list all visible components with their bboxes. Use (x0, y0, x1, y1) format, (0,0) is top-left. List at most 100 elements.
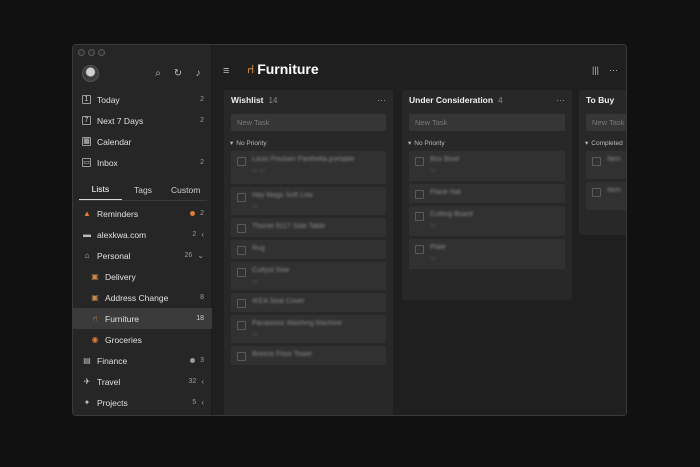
task-title: Rug (252, 245, 265, 252)
task-checkbox[interactable] (415, 190, 424, 199)
task-checkbox[interactable] (415, 157, 424, 166)
list-item-count: 2 (200, 210, 204, 217)
list-item-reminders[interactable]: ▲ Reminders 2 (73, 203, 212, 224)
task-title: Cutting Board (430, 211, 473, 218)
caret-down-icon: ▾ (230, 140, 234, 147)
task-meta: ▭ ▭ (252, 168, 266, 174)
task-checkbox[interactable] (237, 299, 246, 308)
task-card[interactable]: Plane Hat (409, 184, 565, 203)
more-options-icon[interactable]: ··· (609, 65, 618, 75)
new-task-input[interactable]: New Task (586, 114, 626, 131)
task-card[interactable]: Cutting Board ▭ (409, 206, 565, 236)
task-checkbox[interactable] (237, 352, 246, 361)
warning-icon: ▲ (83, 208, 91, 218)
task-card[interactable]: Item (586, 182, 626, 210)
nav-item-count: 2 (200, 159, 204, 166)
tab-custom[interactable]: Custom (164, 179, 207, 200)
task-meta: ▭ (252, 279, 258, 285)
chevron-left-icon[interactable]: ‹ (201, 230, 204, 239)
page-title: ⑁ Furniture (247, 61, 319, 77)
task-checkbox[interactable] (237, 224, 246, 233)
task-card[interactable]: Box Bowl ▭ (409, 151, 565, 181)
avatar[interactable] (82, 65, 99, 82)
task-meta: ▭ (430, 168, 436, 174)
today-icon: 1 (82, 95, 91, 104)
bell-icon[interactable]: ♪ (193, 68, 203, 79)
sync-icon[interactable]: ↻ (173, 68, 183, 79)
task-card[interactable]: IKEA Seat Cover (231, 293, 386, 312)
caret-down-icon: ▾ (585, 140, 589, 147)
list-item-personal[interactable]: ⌂ Personal 26 ⌄ (73, 245, 212, 266)
task-checkbox[interactable] (237, 157, 246, 166)
list-item-label: Personal (97, 250, 131, 261)
list-item-label: Address Change (105, 292, 169, 303)
group-header[interactable]: ▾ No Priority (230, 139, 386, 148)
task-card[interactable]: Hay Mags Soft Low ▭ (231, 187, 386, 215)
task-checkbox[interactable] (592, 188, 601, 197)
sidebar: ⌕ ↻ ♪ 1 Today 2 7 Next 7 Days 2 ▦ Calend… (73, 45, 212, 415)
task-checkbox[interactable] (237, 193, 246, 202)
list-item-finance[interactable]: ▤ Finance 3 (73, 350, 212, 371)
task-checkbox[interactable] (415, 245, 424, 254)
column-more-icon[interactable]: ··· (377, 95, 386, 105)
app-window: ⌕ ↻ ♪ 1 Today 2 7 Next 7 Days 2 ▦ Calend… (72, 44, 627, 416)
smart-lists: 1 Today 2 7 Next 7 Days 2 ▦ Calendar ▭ I… (73, 89, 212, 173)
task-checkbox[interactable] (237, 321, 246, 330)
list-item-count: 5 (192, 399, 197, 406)
task-checkbox[interactable] (237, 268, 246, 277)
task-meta: ▭ (252, 204, 258, 210)
tab-tags[interactable]: Tags (122, 179, 165, 200)
tab-lists[interactable]: Lists (79, 179, 122, 200)
airplane-icon: ✈ (83, 376, 91, 386)
kanban-view-icon[interactable]: ||| (592, 65, 599, 75)
chevron-left-icon[interactable]: ‹ (201, 398, 204, 407)
task-card[interactable]: Louis Poulsen Panthella portable ▭ ▭ (231, 151, 386, 184)
task-title: Hay Mags Soft Low (252, 192, 313, 199)
menu-icon[interactable]: ≡ (223, 65, 229, 77)
task-card[interactable]: Panasonic Washing Machine ▭ (231, 315, 386, 343)
task-checkbox[interactable] (237, 246, 246, 255)
group-label: Completed (591, 139, 623, 147)
chevron-left-icon[interactable]: ‹ (201, 377, 204, 386)
list-item-alexkwa[interactable]: ▬ alexkwa.com 2 ‹ (73, 224, 212, 245)
list-item-address-change[interactable]: ▣ Address Change 8 (73, 287, 212, 308)
search-icon[interactable]: ⌕ (153, 68, 163, 79)
nav-item-next-7-days[interactable]: 7 Next 7 Days 2 (73, 110, 212, 131)
column-more-icon[interactable]: ··· (556, 95, 565, 105)
list-item-furniture[interactable]: ⑁ Furniture 18 (73, 308, 212, 329)
task-card[interactable]: Rug (231, 240, 386, 259)
new-task-input[interactable]: New Task (409, 114, 565, 131)
list-item-travel[interactable]: ✈ Travel 32 ‹ (73, 371, 212, 392)
task-card[interactable]: Breeze Floor Towel (231, 346, 386, 365)
basket-icon: ◉ (91, 334, 99, 344)
new-task-input[interactable]: New Task (231, 114, 386, 131)
list-item-count: 3 (200, 357, 204, 364)
package-icon: ▣ (91, 292, 99, 302)
zoom-window-button[interactable] (98, 49, 105, 56)
task-card[interactable]: Thonet 9117 Side Table (231, 218, 386, 237)
nav-item-label: Inbox (97, 157, 118, 168)
task-meta: ▭ (430, 256, 436, 262)
list-item-label: Groceries (105, 334, 142, 345)
nav-item-today[interactable]: 1 Today 2 (73, 89, 212, 110)
nav-item-label: Today (97, 94, 120, 105)
group-label: No Priority (414, 139, 445, 147)
task-checkbox[interactable] (415, 212, 424, 221)
minimize-window-button[interactable] (88, 49, 95, 56)
task-card[interactable]: Cuttyst Sow ▭ (231, 262, 386, 290)
chevron-down-icon[interactable]: ⌄ (197, 251, 204, 260)
list-item-projects[interactable]: ✦ Projects 5 ‹ (73, 392, 212, 413)
close-window-button[interactable] (78, 49, 85, 56)
group-header[interactable]: ▾ Completed (585, 139, 626, 148)
group-header[interactable]: ▾ No Priority (408, 139, 565, 148)
task-checkbox[interactable] (592, 157, 601, 166)
nav-item-calendar[interactable]: ▦ Calendar (73, 131, 212, 152)
package-icon: ▣ (91, 271, 99, 281)
task-card[interactable]: Plate ▭ (409, 239, 565, 269)
next7-icon: 7 (82, 116, 91, 125)
task-card[interactable]: Item (586, 151, 626, 179)
nav-item-inbox[interactable]: ▭ Inbox 2 (73, 152, 212, 173)
list-item-groceries[interactable]: ◉ Groceries (73, 329, 212, 350)
column-title: Under Consideration (409, 95, 494, 105)
list-item-delivery[interactable]: ▣ Delivery (73, 266, 212, 287)
